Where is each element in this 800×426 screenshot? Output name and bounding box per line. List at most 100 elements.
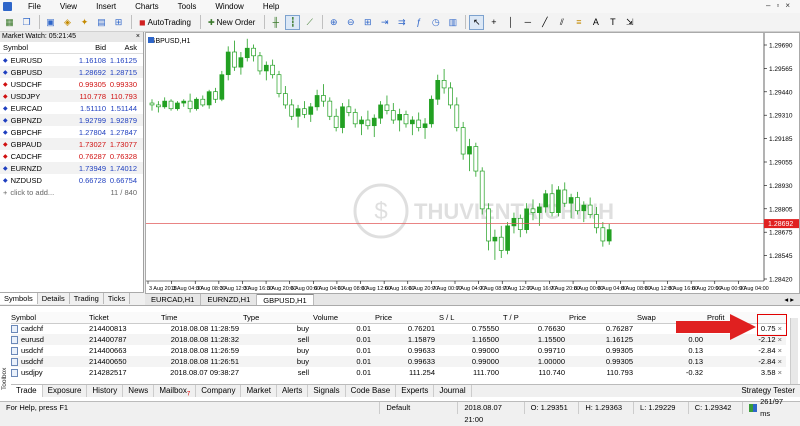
close-order-icon[interactable]: × (778, 335, 782, 344)
market-watch-row[interactable]: ◆ NZDUSD 0.66728 0.66754 (0, 174, 143, 186)
tab-trade[interactable]: Trade (11, 385, 43, 397)
col-stop-loss[interactable]: S / L (439, 312, 503, 324)
candle-body (429, 98, 434, 125)
tab-signals[interactable]: Signals (308, 385, 346, 397)
tab-code-base[interactable]: Code Base (346, 385, 397, 397)
close-order-icon[interactable]: × (778, 357, 782, 366)
col-volume[interactable]: Volume (313, 312, 375, 324)
profiles-icon[interactable]: ❐ (19, 15, 34, 30)
close-order-icon[interactable]: × (778, 368, 782, 377)
label-tool-icon[interactable]: T (605, 15, 620, 30)
tab-alerts[interactable]: Alerts (277, 385, 309, 397)
market-watch-row[interactable]: ◆ GBPNZD 1.92799 1.92879 (0, 114, 143, 126)
new-order-button[interactable]: ✚ New Order (204, 15, 259, 30)
tab-chart-gbpusd[interactable]: GBPUSD,H1 (257, 294, 314, 305)
zoom-in-icon[interactable]: ⊕ (326, 15, 341, 30)
col-open-price[interactable]: Price (375, 312, 439, 324)
trade-row[interactable]: usdchf 214400650 2018.08.08 11:26:51 buy 0.0… (11, 356, 786, 367)
tile-windows-icon[interactable]: ⊞ (360, 15, 375, 30)
equidistant-channel-icon[interactable]: ⫽ (554, 15, 569, 30)
close-icon[interactable]: × (136, 32, 140, 42)
tab-history[interactable]: History (87, 385, 124, 397)
tab-scroll-arrows[interactable]: ◂ ▸ (778, 294, 800, 305)
market-watch-row[interactable]: ◆ USDJPY 110.778 110.793 (0, 90, 143, 102)
market-watch-icon[interactable]: ▣ (43, 15, 58, 30)
zoom-out-icon[interactable]: ⊖ (343, 15, 358, 30)
menu-tools[interactable]: Tools (168, 2, 206, 11)
bar-chart-icon[interactable]: ╫ (268, 15, 283, 30)
market-watch-row[interactable]: ◆ EURUSD 1.16108 1.16125 (0, 54, 143, 66)
col-take-profit[interactable]: T / P (503, 312, 569, 324)
market-watch-row[interactable]: ◆ CADCHF 0.76287 0.76328 (0, 150, 143, 162)
tab-journal[interactable]: Journal (434, 385, 472, 397)
col-type[interactable]: Type (243, 312, 313, 324)
tab-symbols[interactable]: Symbols (0, 293, 38, 304)
market-watch-row[interactable]: ◆ USDCHF 0.99305 0.99330 (0, 78, 143, 90)
tab-market[interactable]: Market (241, 385, 277, 397)
col-current-price[interactable]: Price (569, 312, 637, 324)
menu-window[interactable]: Window (205, 2, 252, 11)
trendline-icon[interactable]: ╱ (537, 15, 552, 30)
ask-header[interactable]: Ask (106, 43, 140, 52)
col-symbol[interactable]: Symbol (11, 312, 89, 324)
terminal-scrollbar[interactable] (790, 318, 798, 384)
chart-window[interactable]: $ THUVIENTAICHINH 1.29690 1.29565 1.29440 1… (145, 32, 800, 294)
menu-help[interactable]: Help (253, 2, 288, 11)
tab-news[interactable]: News (123, 385, 155, 397)
tab-mailbox[interactable]: Mailbox7 (154, 385, 197, 398)
periods-icon[interactable]: ◷ (428, 15, 443, 30)
tab-chart-eurcad[interactable]: EURCAD,H1 (145, 294, 202, 305)
market-watch-row[interactable]: ◆ GBPAUD 1.73027 1.73077 (0, 138, 143, 150)
terminal-icon[interactable]: ▤ (94, 15, 109, 30)
tester-icon[interactable]: ⊞ (111, 15, 126, 30)
window-controls[interactable]: –▫× (766, 1, 796, 10)
crosshair-icon[interactable]: + (486, 15, 501, 30)
tab-chart-eurnzd[interactable]: EURNZD,H1 (201, 294, 258, 305)
market-watch-row[interactable]: ◆ GBPUSD 1.28692 1.28715 (0, 66, 143, 78)
trade-row[interactable]: eurusd 214400787 2018.08.08 11:28:32 sell 0.… (11, 334, 786, 345)
toolbox-label[interactable]: Toolbox (1, 320, 11, 390)
price-tick-label: 1.29055 (769, 160, 793, 167)
chart-canvas[interactable]: $ THUVIENTAICHINH 1.296901.295651.294401… (146, 33, 799, 293)
autoscroll-icon[interactable]: ⇉ (394, 15, 409, 30)
menu-charts[interactable]: Charts (125, 2, 168, 11)
vertical-line-icon[interactable]: │ (503, 15, 518, 30)
text-tool-icon[interactable]: A (588, 15, 603, 30)
data-window-icon[interactable]: ◈ (60, 15, 75, 30)
horizontal-line-icon[interactable]: ─ (520, 15, 535, 30)
candle-body (600, 227, 606, 242)
new-chart-icon[interactable]: ▦ (2, 15, 17, 30)
market-watch-row[interactable]: ◆ EURNZD 1.73949 1.74012 (0, 162, 143, 174)
trade-row[interactable]: usdjpy 214282517 2018.08.07 09:38:27 sell 0.… (11, 367, 786, 378)
trade-row[interactable]: cadchf 214400813 2018.08.08 11:28:59 buy 0.0… (11, 323, 786, 334)
candlestick-icon[interactable]: ┇ (285, 14, 301, 30)
tab-exposure[interactable]: Exposure (43, 385, 88, 397)
fibonacci-icon[interactable]: ≡ (571, 15, 586, 30)
menu-insert[interactable]: Insert (86, 2, 125, 11)
indicators-icon[interactable]: ƒ (411, 15, 426, 30)
tab-ticks[interactable]: Ticks (104, 293, 131, 304)
cursor-icon[interactable]: ↖ (469, 14, 485, 30)
arrows-tool-icon[interactable]: ⇲ (622, 15, 637, 30)
trade-row[interactable]: usdchf 214400663 2018.08.08 11:26:59 buy 0.0… (11, 345, 786, 356)
symbol-header[interactable]: Symbol (0, 43, 76, 52)
col-time[interactable]: Time (161, 312, 243, 324)
navigator-icon[interactable]: ✦ (77, 15, 92, 30)
tab-details[interactable]: Details (38, 293, 70, 304)
market-watch-row[interactable]: ◆ EURCAD 1.51110 1.51144 (0, 102, 143, 114)
col-ticket[interactable]: Ticket (89, 312, 161, 324)
tab-trading[interactable]: Trading (70, 293, 104, 304)
tab-experts[interactable]: Experts (396, 385, 435, 397)
add-symbol-row[interactable]: + click to add... 11 / 840 (0, 186, 143, 198)
market-watch-row[interactable]: ◆ GBPCHF 1.27804 1.27847 (0, 126, 143, 138)
chart-shift-icon[interactable]: ⇥ (377, 15, 392, 30)
menu-view[interactable]: View (50, 2, 86, 11)
templates-icon[interactable]: ▥ (445, 15, 460, 30)
tab-company[interactable]: Company (196, 385, 242, 397)
cell-current-price: 0.99305 (605, 346, 633, 355)
line-chart-icon[interactable]: ⟋ (302, 15, 317, 30)
menu-file[interactable]: File (18, 2, 50, 11)
bid-header[interactable]: Bid (76, 43, 106, 52)
close-order-icon[interactable]: × (778, 346, 782, 355)
autotrading-button[interactable]: ◼ AutoTrading (135, 15, 195, 30)
